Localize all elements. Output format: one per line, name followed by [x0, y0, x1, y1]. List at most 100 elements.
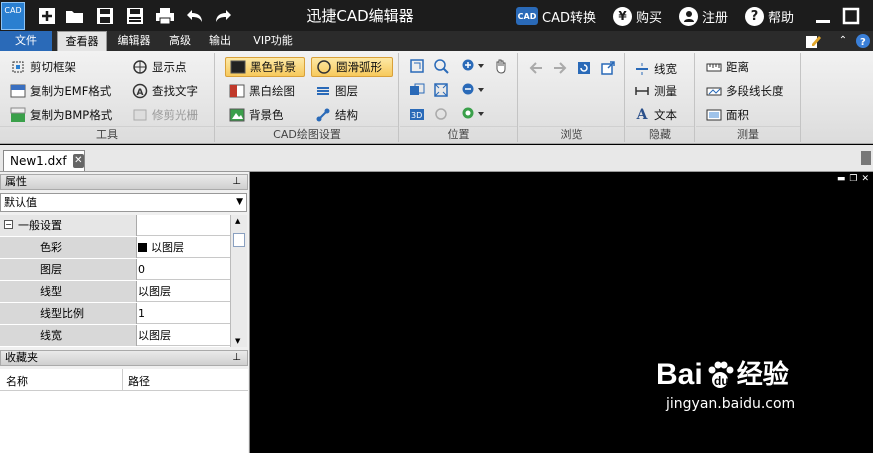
register-button[interactable]: 注册: [679, 6, 728, 26]
canvas-close-icon[interactable]: ✕: [861, 174, 869, 184]
pin-icon[interactable]: ⊥: [232, 175, 241, 189]
favorites-col-path[interactable]: 路径: [128, 373, 150, 389]
measure-toggle-button[interactable]: 测量: [634, 81, 677, 101]
maximize-icon[interactable]: [840, 5, 862, 27]
save-as-icon[interactable]: [124, 5, 146, 27]
menu-editor[interactable]: 编辑器: [111, 31, 157, 51]
menu-vip[interactable]: VIP功能: [245, 31, 301, 51]
favorites-list[interactable]: [0, 391, 248, 453]
edit-pen-icon[interactable]: [803, 31, 823, 51]
bw-drawing-button[interactable]: 黑白绘图: [229, 81, 295, 101]
pin-icon[interactable]: ⊥: [232, 351, 241, 365]
show-points-button[interactable]: 显示点: [132, 57, 187, 77]
property-row[interactable]: 图层 0: [0, 259, 230, 280]
minimize-icon[interactable]: [812, 5, 834, 27]
canvas-minimize-icon[interactable]: ▬: [837, 174, 846, 184]
group-hide: 线宽 测量 A 文本 隐藏: [626, 53, 695, 142]
zoom-options-icon[interactable]: [460, 105, 486, 123]
copy-bmp-label: 复制为BMP格式: [30, 108, 113, 122]
bw-drawing-label: 黑白绘图: [249, 84, 295, 98]
svg-text:?: ?: [860, 37, 866, 48]
canvas-restore-icon[interactable]: ❐: [849, 174, 857, 184]
refresh-view-icon[interactable]: [575, 59, 593, 77]
property-row[interactable]: 线宽 以图层: [0, 325, 230, 346]
menu-output[interactable]: 输出: [203, 31, 237, 51]
text-toggle-button[interactable]: A 文本: [634, 105, 677, 125]
property-value: 以图层: [138, 285, 171, 298]
zoom-in-icon[interactable]: [460, 57, 486, 75]
group-browse: 浏览: [519, 53, 625, 142]
properties-combo[interactable]: 默认值 ▼: [0, 193, 247, 212]
svg-text:A: A: [137, 88, 144, 98]
smooth-arc-button[interactable]: 圆滑弧形: [311, 57, 393, 77]
black-background-button[interactable]: 黑色背景: [225, 57, 305, 77]
save-icon[interactable]: [94, 5, 116, 27]
menu-file[interactable]: 文件: [0, 31, 52, 51]
measure-toggle-label: 测量: [654, 84, 677, 98]
menu-advanced[interactable]: 高级: [163, 31, 197, 51]
paw-icon: du: [705, 360, 735, 390]
trim-raster-label: 修剪光栅: [152, 108, 198, 122]
orbit-disabled-icon[interactable]: [432, 105, 450, 123]
menu-viewer[interactable]: 查看器: [57, 31, 107, 51]
ribbon: 剪切框架 复制为EMF格式 复制为BMP格式 显示点 A 查找文字 修剪光栅 工…: [0, 51, 873, 144]
open-folder-icon[interactable]: [64, 5, 86, 27]
redo-icon[interactable]: [212, 5, 234, 27]
forward-arrow-icon[interactable]: [551, 59, 569, 77]
zoom-window-icon[interactable]: [432, 57, 450, 75]
buy-button[interactable]: ¥ 购买: [613, 6, 662, 26]
property-row[interactable]: 色彩 以图层: [0, 237, 230, 258]
export-view-icon[interactable]: [599, 59, 617, 77]
bmp-icon: [10, 107, 26, 123]
fit-select-icon[interactable]: [408, 57, 426, 75]
zoom-extents-icon[interactable]: [432, 81, 450, 99]
copy-bmp-button[interactable]: 复制为BMP格式: [10, 105, 112, 125]
app-logo[interactable]: CAD: [1, 2, 25, 30]
favorites-col-name[interactable]: 名称: [6, 373, 28, 389]
pan-hand-icon[interactable]: [492, 57, 510, 75]
baidu-watermark: Bai du du 经验 jingyan.baidu.com: [656, 358, 795, 412]
tab-scroll-icon[interactable]: [861, 151, 871, 165]
trim-raster-button[interactable]: 修剪光栅: [132, 105, 198, 125]
line-width-button[interactable]: 线宽: [634, 59, 677, 79]
area-button[interactable]: 面积: [706, 105, 749, 125]
area-icon: [706, 107, 722, 123]
group-tools-label: 工具: [0, 126, 214, 142]
back-arrow-icon[interactable]: [527, 59, 545, 77]
watermark-brand-cn: 经验: [736, 360, 789, 390]
ribbon-help-icon[interactable]: ?: [855, 31, 871, 51]
property-row[interactable]: 线型 以图层: [0, 281, 230, 302]
distance-button[interactable]: 距离: [706, 57, 749, 77]
scroll-up-icon[interactable]: ▲: [235, 217, 240, 225]
layers-icon: [315, 83, 331, 99]
view-3d-icon[interactable]: 3D: [408, 105, 426, 123]
black-background-icon: [230, 59, 246, 75]
background-color-button[interactable]: 背景色: [229, 105, 284, 125]
document-tab[interactable]: New1.dxf ✕: [3, 150, 85, 171]
collapse-ribbon-icon[interactable]: ⌃: [836, 31, 850, 51]
measure-toggle-icon: [634, 83, 650, 99]
help-button[interactable]: ? 帮助: [745, 6, 794, 26]
left-pane: 属性 ⊥ 默认值 ▼ − 一般设置 色彩 以图层 图层 0 线型 以图层 线型比例…: [0, 172, 250, 453]
collapse-icon[interactable]: −: [4, 220, 13, 229]
polyline-length-button[interactable]: 多段线长度: [706, 81, 784, 101]
close-tab-icon[interactable]: ✕: [72, 154, 84, 168]
property-row[interactable]: 线型比例 1: [0, 303, 230, 324]
undo-icon[interactable]: [184, 5, 206, 27]
find-text-button[interactable]: A 查找文字: [132, 81, 198, 101]
property-section[interactable]: − 一般设置: [0, 215, 230, 236]
copy-emf-button[interactable]: 复制为EMF格式: [10, 81, 111, 101]
properties-scrollbar[interactable]: ▲ ▼: [230, 215, 247, 347]
structure-button[interactable]: 结构: [315, 105, 358, 125]
group-measure-label: 测量: [696, 126, 800, 142]
prev-view-icon[interactable]: [408, 81, 426, 99]
print-icon[interactable]: [154, 5, 176, 27]
document-tab-label: New1.dxf: [10, 154, 67, 168]
scrollbar-thumb[interactable]: [233, 233, 245, 247]
scroll-down-icon[interactable]: ▼: [235, 337, 240, 345]
clip-frame-button[interactable]: 剪切框架: [10, 57, 76, 77]
layers-button[interactable]: 图层: [315, 81, 358, 101]
new-file-icon[interactable]: [36, 5, 58, 27]
zoom-out-icon[interactable]: [460, 81, 486, 99]
cad-convert-button[interactable]: CAD CAD转换: [516, 6, 596, 26]
